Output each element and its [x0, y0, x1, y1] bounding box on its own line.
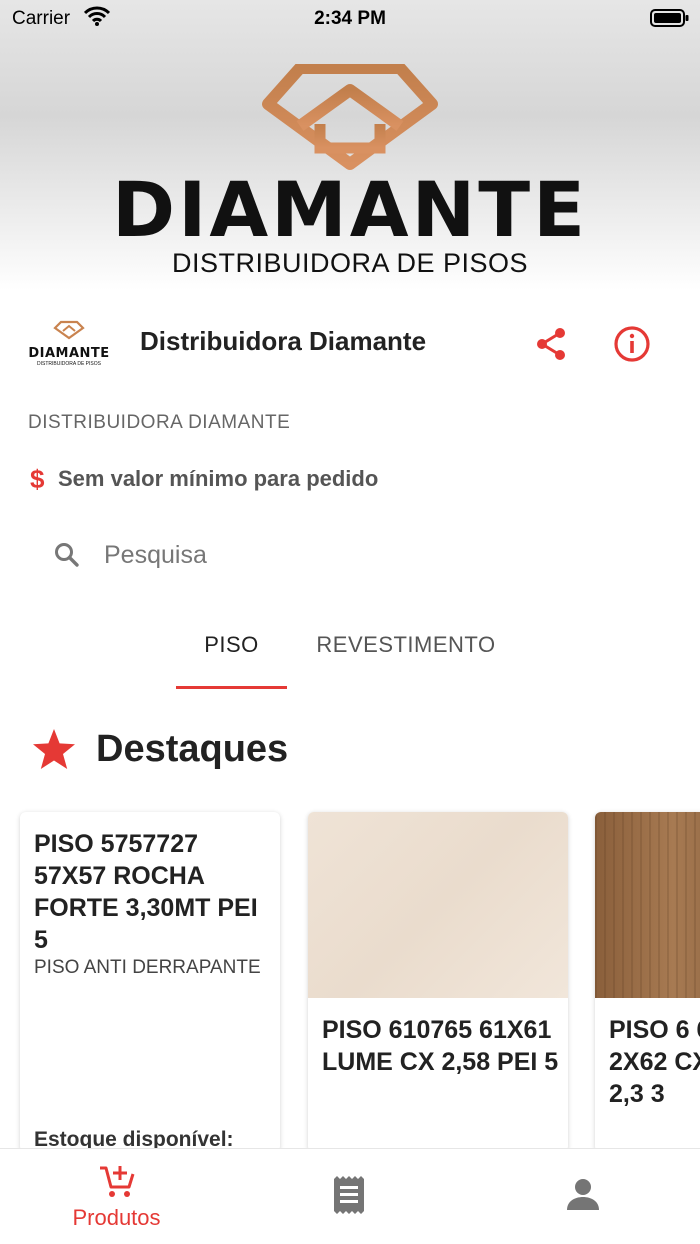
search-icon — [55, 543, 79, 567]
star-icon — [33, 729, 75, 769]
nav-produtos[interactable]: Produtos — [0, 1149, 233, 1244]
nav-produtos-label: Produtos — [72, 1205, 161, 1230]
featured-products: PISO 5757727 57X57 ROCHA FORTE 3,30MT PE… — [0, 808, 700, 1148]
active-tab-indicator — [176, 686, 287, 689]
search-bar[interactable] — [40, 524, 660, 586]
store-header: DIAMANTE DISTRIBUIDORA DE PISOS Distribu… — [0, 312, 700, 376]
product-image — [595, 812, 700, 998]
min-order-text: Sem valor mínimo para pedido — [58, 466, 379, 491]
product-card[interactable]: PISO 6 62X62 CX 2,3 3 — [595, 812, 700, 1148]
product-image — [308, 812, 568, 998]
product-title: PISO 6 62X62 CX 2,3 3 — [609, 1016, 700, 1108]
store-name: Distribuidora Diamante — [140, 326, 427, 356]
info-icon[interactable] — [612, 324, 652, 364]
banner-brand-name: DIAMANTE — [112, 165, 588, 254]
banner-subtitle: DISTRIBUIDORA DE PISOS — [171, 248, 529, 278]
product-description: PISO ANTI DERRAPANTE — [34, 957, 261, 978]
tab-piso[interactable]: PISO — [176, 632, 287, 658]
bottom-navigation: Produtos — [0, 1148, 700, 1244]
store-description: DISTRIBUIDORA DIAMANTE — [28, 412, 291, 433]
share-icon[interactable] — [532, 324, 572, 364]
receipt-icon — [334, 1176, 364, 1214]
store-logo-brand: DIAMANTE — [28, 346, 110, 361]
search-input[interactable] — [104, 532, 644, 578]
diamond-house-logo-icon — [262, 64, 438, 170]
product-card[interactable]: PISO 5757727 57X57 ROCHA FORTE 3,30MT PE… — [20, 812, 280, 1148]
battery-icon — [650, 9, 689, 27]
store-logo-subtitle: DISTRIBUIDORA DE PISOS — [37, 361, 101, 367]
product-title: PISO 610765 61X61 LUME CX 2,58 PEI 5 — [322, 1016, 559, 1076]
store-banner: Carrier 2:34 PM DIAMANTE DISTRIBUIDORA D… — [0, 0, 700, 290]
store-logo: DIAMANTE DISTRIBUIDORA DE PISOS — [26, 320, 112, 368]
diamond-house-logo-icon — [53, 320, 85, 340]
product-title: PISO 5757727 57X57 ROCHA FORTE 3,30MT PE… — [34, 830, 258, 954]
nav-perfil[interactable] — [466, 1149, 699, 1244]
add-cart-icon — [100, 1166, 135, 1197]
category-tabs: PISO REVESTIMENTO — [0, 616, 700, 690]
product-card[interactable]: PISO 610765 61X61 LUME CX 2,58 PEI 5 — [308, 812, 568, 1148]
person-icon — [567, 1179, 599, 1210]
nav-pedidos[interactable] — [233, 1149, 466, 1244]
tab-revestimento[interactable]: REVESTIMENTO — [306, 632, 506, 658]
clock: 2:34 PM — [314, 8, 386, 29]
section-title: Destaques — [96, 728, 289, 770]
status-bar: Carrier 2:34 PM — [0, 0, 700, 36]
dollar-icon: $ — [30, 464, 45, 494]
stock-label: Estoque disponível: — [34, 1128, 234, 1148]
